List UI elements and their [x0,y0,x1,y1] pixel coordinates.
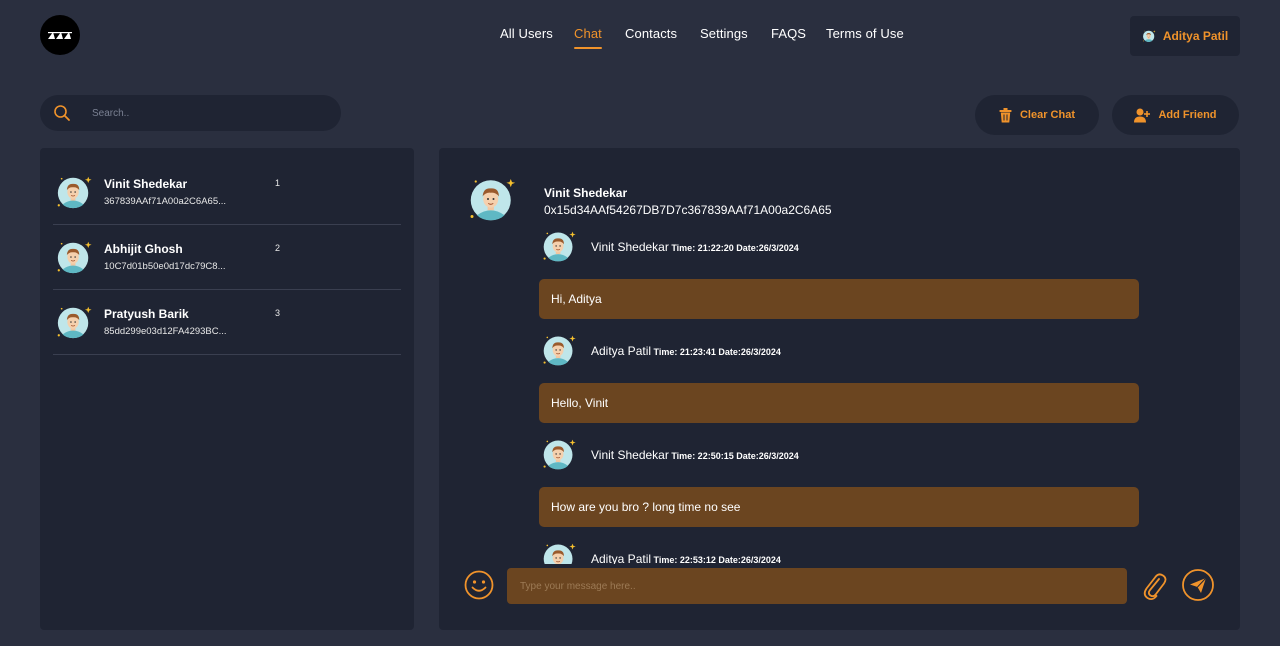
message-input[interactable] [520,580,1100,592]
message-sender: Aditya Patil Time: 21:23:41 Date:26/3/20… [591,344,781,358]
chat-partner-address: 0x15d34AAf54267DB7D7c367839AAf71A00a2C6A… [544,203,832,217]
message-list[interactable]: Vinit Shedekar Time: 21:22:20 Date:26/3/… [539,228,1139,564]
chat-panel: Vinit Shedekar 0x15d34AAf54267DB7D7c3678… [439,148,1240,630]
message-meta: Vinit Shedekar Time: 22:50:15 Date:26/3/… [539,436,1139,472]
search-input[interactable] [92,107,312,119]
add-friend-button[interactable]: Add Friend [1112,95,1239,135]
sender-name: Vinit Shedekar [591,240,669,254]
chat-partner-name: Vinit Shedekar [544,186,628,200]
contact-avatar-icon [55,238,93,276]
contact-index: 1 [275,178,281,188]
message-timestamp: Time: 22:53:12 Date:26/3/2024 [651,555,781,564]
message-timestamp: Time: 21:23:41 Date:26/3/2024 [651,347,781,357]
sender-avatar-icon [541,436,577,472]
nav-all-users[interactable]: All Users [500,26,553,41]
contact-index: 2 [275,243,281,253]
nav-settings[interactable]: Settings [700,26,748,41]
contacts-panel: Vinit Shedekar 367839AAf71A00a2C6A65... … [40,148,414,630]
message-sender: Vinit Shedekar Time: 22:50:15 Date:26/3/… [591,448,799,462]
contact-address: 10C7d01b50e0d17dc79C8... [104,261,226,272]
clear-chat-button[interactable]: Clear Chat [975,95,1099,135]
contact-item[interactable]: Abhijit Ghosh 10C7d01b50e0d17dc79C8... 2 [53,225,401,290]
contact-index: 3 [275,308,281,318]
message-meta: Vinit Shedekar Time: 21:22:20 Date:26/3/… [539,228,1139,264]
chat-partner-avatar-icon [467,174,517,224]
message-bubble: Hi, Aditya [539,279,1139,319]
contact-address: 85dd299e03d12FA4293BC... [104,326,227,337]
search-icon [54,105,70,121]
message-bubble: Hello, Vinit [539,383,1139,423]
sender-name: Vinit Shedekar [591,448,669,462]
nav-terms-of-use[interactable]: Terms of Use [826,26,904,41]
message-timestamp: Time: 22:50:15 Date:26/3/2024 [668,451,799,461]
sender-name: Aditya Patil [591,552,652,564]
sender-avatar-icon [541,228,577,264]
sender-avatar-icon [541,540,577,564]
emoji-icon[interactable] [464,570,494,600]
message-meta: Aditya Patil Time: 22:53:12 Date:26/3/20… [539,540,1139,564]
nav-faqs[interactable]: FAQS [771,26,806,41]
sender-name: Aditya Patil [591,344,652,358]
contact-avatar-icon [55,173,93,211]
contact-name: Abhijit Ghosh [104,242,183,256]
nav-contacts[interactable]: Contacts [625,26,677,41]
contact-item[interactable]: Pratyush Barik 85dd299e03d12FA4293BC... … [53,290,401,355]
contact-name: Vinit Shedekar [104,177,188,191]
clear-chat-label: Clear Chat [1019,109,1076,121]
contact-address: 367839AAf71A00a2C6A65... [104,196,227,207]
search-bar [40,95,341,131]
message-timestamp: Time: 21:22:20 Date:26/3/2024 [668,243,799,253]
message-composer [507,568,1127,604]
add-friend-label: Add Friend [1158,109,1217,121]
contact-item[interactable]: Vinit Shedekar 367839AAf71A00a2C6A65... … [53,160,401,225]
contact-avatar-icon [55,303,93,341]
trash-icon [999,107,1012,122]
paperclip-icon[interactable] [1141,571,1169,601]
message-bubble: How are you bro ? long time no see [539,487,1139,527]
message-sender: Aditya Patil Time: 22:53:12 Date:26/3/20… [591,552,781,564]
nav-chat[interactable]: Chat [574,26,602,49]
send-icon[interactable] [1182,569,1214,601]
sender-avatar-icon [541,332,577,368]
contact-name: Pratyush Barik [104,307,189,321]
user-name: Aditya Patil [1162,29,1229,43]
message-sender: Vinit Shedekar Time: 21:22:20 Date:26/3/… [591,240,799,254]
message-meta: Aditya Patil Time: 21:23:41 Date:26/3/20… [539,332,1139,368]
user-avatar-icon [1142,29,1156,43]
user-profile-button[interactable]: Aditya Patil [1130,16,1240,56]
add-user-icon [1134,108,1151,122]
main-nav: All Users Chat Contacts Settings FAQS Te… [0,26,1280,50]
